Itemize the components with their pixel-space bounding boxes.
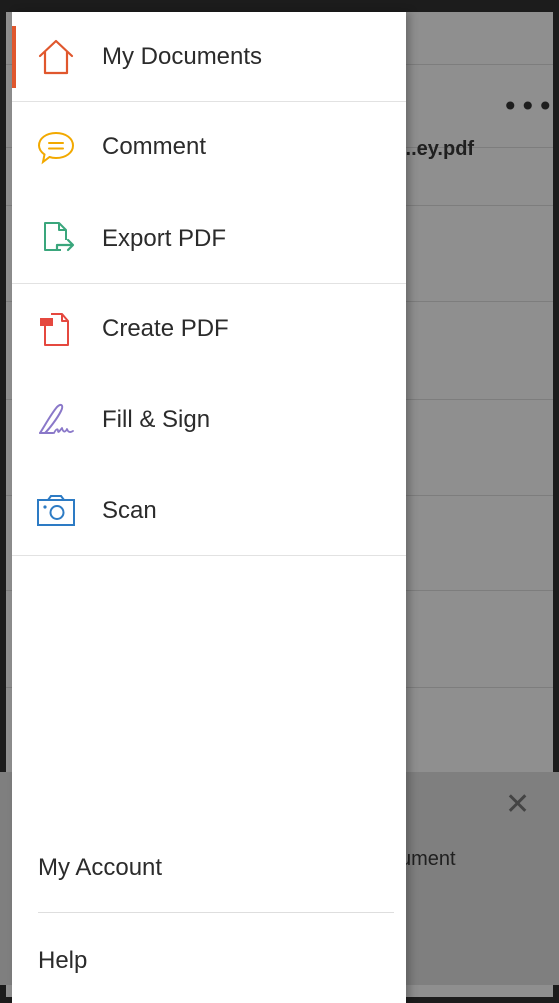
more-options-icon[interactable]: ••• <box>502 92 554 122</box>
navigation-drawer: My Documents Comment Export PDF Create P… <box>12 12 406 1003</box>
menu-item-label: My Documents <box>102 43 263 70</box>
banner-text-fragment: ument <box>400 848 456 870</box>
menu-item-my-documents[interactable]: My Documents <box>12 12 406 102</box>
menu-item-label: Scan <box>102 497 157 524</box>
menu-item-label: Export PDF <box>102 225 227 252</box>
divider <box>38 912 394 913</box>
close-icon[interactable]: ✕ <box>505 790 530 820</box>
divider <box>12 555 406 556</box>
active-indicator <box>12 26 16 88</box>
comment-icon <box>34 125 78 169</box>
menu-item-comment[interactable]: Comment <box>12 102 406 192</box>
menu-item-label: Comment <box>102 133 207 160</box>
home-icon <box>34 35 78 79</box>
export-pdf-icon <box>34 217 78 261</box>
my-account-link[interactable]: My Account <box>38 854 162 882</box>
menu-item-fill-sign[interactable]: Fill & Sign <box>12 375 406 465</box>
menu-item-scan[interactable]: Scan <box>12 466 406 556</box>
fill-sign-icon <box>34 398 78 442</box>
menu-item-create-pdf[interactable]: Create PDF <box>12 284 406 374</box>
menu-item-export-pdf[interactable]: Export PDF <box>12 194 406 284</box>
camera-icon <box>34 489 78 533</box>
help-link[interactable]: Help <box>38 947 87 975</box>
menu-item-label: Create PDF <box>102 315 229 342</box>
create-pdf-icon <box>34 307 78 351</box>
file-name-fragment: ...ey.pdf <box>400 138 475 160</box>
menu-item-label: Fill & Sign <box>102 406 211 433</box>
